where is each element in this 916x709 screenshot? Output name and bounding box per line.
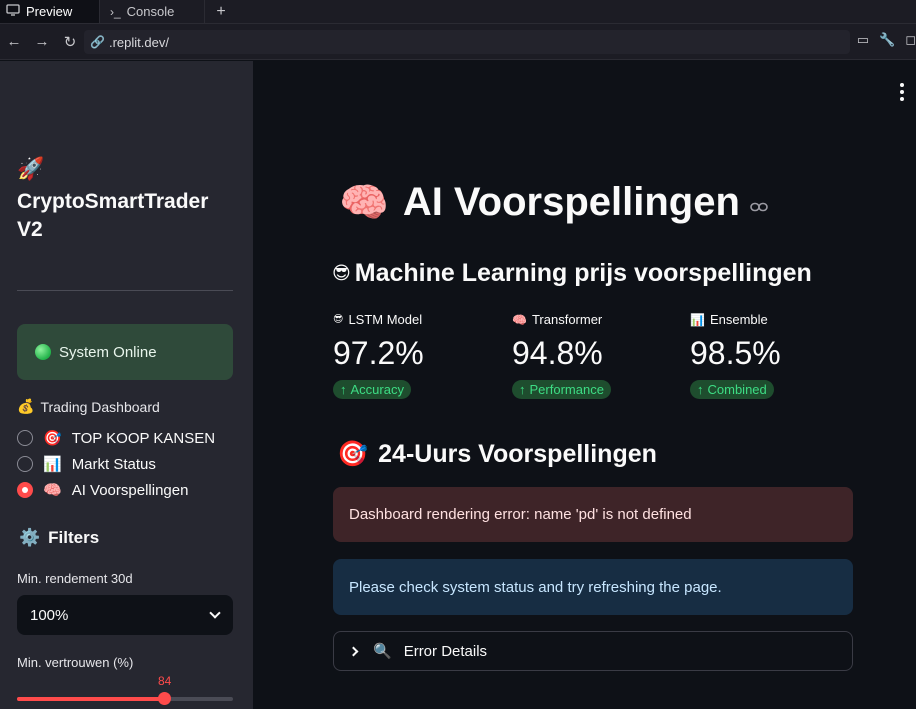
nav-item-label: Markt Status xyxy=(71,455,156,473)
rocket-icon: 🚀 xyxy=(17,157,45,182)
min-confidence-label: Min. vertrouwen (%) xyxy=(17,655,134,670)
green-status-dot-icon xyxy=(35,344,51,360)
metric-transformer: 🧠 Transformer 94.8% ↑ Performance xyxy=(512,312,611,399)
more-options-icon[interactable] xyxy=(900,83,904,101)
arrow-up-icon: ↑ xyxy=(340,382,347,397)
chevron-down-icon xyxy=(209,607,221,619)
nav-radio-top-koop-kansen[interactable]: 🎯 TOP KOOP KANSEN xyxy=(17,429,215,447)
error-message: Dashboard rendering error: name 'pd' is … xyxy=(349,506,692,523)
url-bar: ← → ↻ 🔗 .replit.dev/ ▭ 🔧 ◻ xyxy=(0,24,916,60)
metric-value: 94.8% xyxy=(512,335,603,371)
terminal-icon: ›_ xyxy=(110,4,121,19)
tab-console[interactable]: ›_ Console xyxy=(100,0,205,23)
metric-delta: ↑ Combined xyxy=(690,380,774,399)
bar-chart-icon: 📊 xyxy=(43,455,62,473)
tab-preview[interactable]: Preview xyxy=(0,0,100,23)
url-input[interactable]: 🔗 .replit.dev/ xyxy=(84,30,850,54)
error-details-expander[interactable]: 🔍 Error Details xyxy=(333,631,853,671)
nav-radio-ai-voorspellingen[interactable]: 🧠 AI Voorspellingen xyxy=(17,481,188,499)
arrow-up-icon: ↑ xyxy=(519,382,526,397)
brain-icon: 🧠 xyxy=(339,180,389,226)
metric-lstm: 😎 LSTM Model 97.2% ↑ Accuracy xyxy=(333,312,424,399)
metric-ensemble: 📊 Ensemble 98.5% ↑ Combined xyxy=(690,312,781,399)
page-title: 🧠 AI Voorspellingen xyxy=(339,179,768,226)
metric-label: 📊 Ensemble xyxy=(690,312,781,327)
back-arrow-icon[interactable]: ← xyxy=(0,33,28,50)
info-alert: Please check system status and try refre… xyxy=(333,559,853,615)
chevron-right-icon xyxy=(348,646,359,656)
magnifier-icon: 🔍 xyxy=(373,642,392,660)
metric-label: 😎 LSTM Model xyxy=(333,312,424,327)
page-title-text: AI Voorspellingen xyxy=(402,180,740,224)
section-title-text: 24-Uurs Voorspellingen xyxy=(378,439,657,468)
system-status-label: System Online xyxy=(59,343,157,361)
bar-chart-icon: 📊 xyxy=(690,312,705,327)
sunglasses-face-icon: 😎 xyxy=(332,263,351,284)
filters-title: Filters xyxy=(48,528,100,547)
error-alert: Dashboard rendering error: name 'pd' is … xyxy=(333,487,853,542)
min-return-select[interactable]: 100% xyxy=(17,595,233,635)
slider-fill xyxy=(17,697,164,701)
arrow-up-icon: ↑ xyxy=(697,382,704,397)
metric-delta-text: Performance xyxy=(529,382,604,397)
brain-icon: 🧠 xyxy=(43,481,62,499)
anchor-link-icon[interactable] xyxy=(750,199,768,217)
new-window-icon[interactable]: ◻ xyxy=(905,32,916,48)
tab-console-label: Console xyxy=(126,4,175,19)
money-bag-icon: 💰 xyxy=(17,399,35,415)
system-status-banner: System Online xyxy=(17,324,233,380)
metric-value: 98.5% xyxy=(690,335,781,371)
sidebar: 🚀 CryptoSmartTrader V2 System Online 💰 T… xyxy=(0,61,253,709)
app-title: CryptoSmartTrader V2 xyxy=(17,190,209,241)
info-message: Please check system status and try refre… xyxy=(349,578,722,596)
reload-icon[interactable]: ↻ xyxy=(56,33,84,51)
sunglasses-face-icon: 😎 xyxy=(333,314,344,325)
section-title: 🎯 24-Uurs Voorspellingen xyxy=(337,439,657,469)
metric-delta: ↑ Performance xyxy=(512,380,611,399)
nav-heading: 💰 Trading Dashboard xyxy=(17,399,160,415)
metric-label-text: LSTM Model xyxy=(348,312,423,327)
slider-thumb[interactable] xyxy=(157,692,171,705)
filters-heading: ⚙️ Filters xyxy=(19,528,99,548)
target-icon: 🎯 xyxy=(337,439,369,468)
forward-arrow-icon[interactable]: → xyxy=(28,33,56,50)
radio-button[interactable] xyxy=(17,430,33,446)
min-return-value: 100% xyxy=(30,606,69,624)
brain-icon: 🧠 xyxy=(512,312,527,327)
monitor-icon xyxy=(6,4,20,19)
metric-label-text: Transformer xyxy=(531,312,603,327)
subtitle: 😎 Machine Learning prijs voorspellingen xyxy=(332,259,812,288)
tab-preview-label: Preview xyxy=(26,4,73,19)
expander-label: Error Details xyxy=(403,642,488,660)
metric-delta: ↑ Accuracy xyxy=(333,380,411,399)
nav-item-label: AI Voorspellingen xyxy=(71,481,189,499)
metric-label-text: Ensemble xyxy=(709,312,768,327)
metric-value: 97.2% xyxy=(333,335,424,371)
radio-button[interactable] xyxy=(17,456,33,472)
add-tab-button[interactable]: + xyxy=(205,0,237,23)
slider-value: 84 xyxy=(158,674,172,688)
main-content: 🧠 AI Voorspellingen 😎 Machine Learning p… xyxy=(253,61,916,709)
wrench-icon[interactable]: 🔧 xyxy=(879,32,895,48)
nav-item-label: TOP KOOP KANSEN xyxy=(71,429,216,447)
nav-heading-label: Trading Dashboard xyxy=(40,399,160,415)
subtitle-text: Machine Learning prijs voorspellingen xyxy=(354,259,812,287)
url-text: .replit.dev/ xyxy=(108,34,169,50)
nav-radio-markt-status[interactable]: 📊 Markt Status xyxy=(17,455,156,473)
target-icon: 🎯 xyxy=(43,429,62,447)
gear-icon: ⚙️ xyxy=(19,528,41,548)
metric-delta-text: Combined xyxy=(707,382,767,397)
min-return-label: Min. rendement 30d xyxy=(17,571,133,586)
browser-tab-bar: Preview ›_ Console + xyxy=(0,0,916,24)
link-icon: 🔗 xyxy=(90,35,105,49)
devices-icon[interactable]: ▭ xyxy=(857,32,869,48)
url-tools: ▭ 🔧 ◻ xyxy=(857,32,916,48)
sidebar-divider xyxy=(17,290,233,291)
radio-button-selected[interactable] xyxy=(17,482,33,498)
metric-delta-text: Accuracy xyxy=(350,382,404,397)
confidence-slider[interactable] xyxy=(17,692,233,705)
metric-label: 🧠 Transformer xyxy=(512,312,611,327)
